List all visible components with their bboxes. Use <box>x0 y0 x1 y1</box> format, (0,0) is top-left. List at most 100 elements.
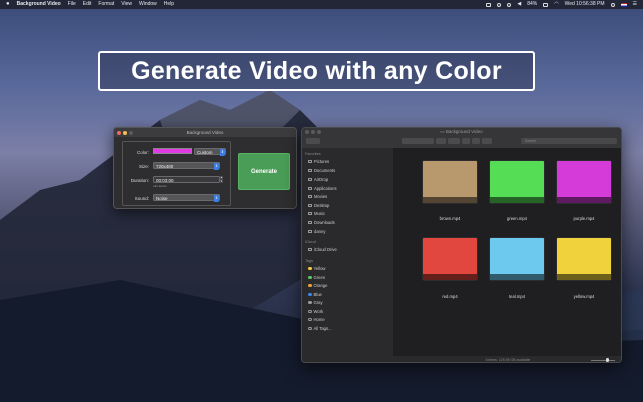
sound-label: Sound: <box>134 195 149 201</box>
sidebar-item-documents[interactable]: Documents <box>308 167 335 174</box>
volume-icon[interactable]: ◀ <box>517 0 521 9</box>
battery-icon[interactable] <box>543 2 549 7</box>
sidebar-item-label: iCloud Drive <box>314 247 337 252</box>
video-thumbnail[interactable] <box>557 161 611 203</box>
clock[interactable]: Wed 10:56:38 PM <box>565 0 605 9</box>
duration-stepper[interactable]: ▲ ▼ <box>220 176 223 183</box>
sidebar-item-label: Applications <box>314 186 337 191</box>
video-thumbnail[interactable] <box>490 161 544 203</box>
finder-toolbar: ▭ Background Video Search <box>302 128 621 148</box>
sidebar-tag-work[interactable]: Work <box>308 308 323 315</box>
tag-dot-icon <box>308 292 312 297</box>
close-icon[interactable] <box>117 130 121 135</box>
sidebar-item-icloud-drive[interactable]: iCloud Drive <box>308 246 337 253</box>
movies-icon <box>308 194 312 199</box>
menu-help[interactable]: Help <box>164 0 174 9</box>
sidebar-tag-blue[interactable]: Blue <box>308 291 322 298</box>
video-thumbnail[interactable] <box>490 238 544 280</box>
input-source-icon[interactable] <box>620 2 627 7</box>
sidebar-tag-orange[interactable]: Orange <box>308 282 327 289</box>
app-window-title: Background Video <box>186 130 224 135</box>
apple-menu-icon[interactable]: ● <box>6 0 10 9</box>
menu-app-name[interactable]: Background Video <box>17 0 61 9</box>
sidebar-item-label: danny <box>314 229 326 234</box>
tag-dot-icon <box>308 275 312 280</box>
sidebar-item-downloads[interactable]: Downloads <box>308 219 335 226</box>
tag-dot-icon <box>308 317 312 322</box>
cloud-icon <box>308 247 312 252</box>
sidebar-item-label: Blue <box>313 292 322 297</box>
view-mode-buttons[interactable] <box>402 138 434 144</box>
size-label: Size: <box>138 163 149 169</box>
sidebar-tag-gray[interactable]: Gray <box>308 299 323 306</box>
app-window: Background Video Color: Custom ⇕ Size: 7… <box>113 127 297 209</box>
search-input[interactable]: Search <box>521 138 617 144</box>
sidebar-item-label: Work <box>313 309 324 314</box>
back-forward-button[interactable] <box>306 138 320 144</box>
file-name: red.mp4 <box>442 294 458 299</box>
sidebar-item-airdrop[interactable]: AirDrop <box>308 176 328 183</box>
sidebar-item-label: Desktop <box>314 203 330 208</box>
sidebar-tag-home[interactable]: Home <box>308 316 325 323</box>
sidebar-item-applications[interactable]: Applications <box>308 185 337 192</box>
sidebar-item-label: Downloads <box>314 220 335 225</box>
group-button[interactable] <box>436 138 446 144</box>
battery-percent: 84% <box>527 1 538 7</box>
color-row: Color: Custom ⇕ <box>123 148 232 156</box>
menu-edit[interactable]: Edit <box>83 0 92 9</box>
control-center-icon[interactable]: ☰ <box>633 0 637 9</box>
sidebar-item-movies[interactable]: Movies <box>308 193 327 200</box>
file-name: teal.mp4 <box>508 294 526 299</box>
file-name: purple.mp4 <box>573 216 595 221</box>
video-thumbnail[interactable] <box>423 161 477 203</box>
sidebar-item-desktop[interactable]: Desktop <box>308 202 329 209</box>
tags-button[interactable] <box>472 138 480 144</box>
tag-dot-icon <box>308 283 312 288</box>
search-icon[interactable] <box>610 2 615 7</box>
sidebar-item-pictures[interactable]: Pictures <box>308 158 329 165</box>
video-thumbnail[interactable] <box>557 238 611 280</box>
bluetooth-icon[interactable] <box>507 2 512 7</box>
sound-value: Noise <box>156 196 168 201</box>
menu-format[interactable]: Format <box>98 0 114 9</box>
slider-knob[interactable] <box>605 358 609 362</box>
preview-button[interactable] <box>482 138 492 144</box>
sidebar-item-home[interactable]: danny <box>308 228 325 235</box>
applications-icon <box>308 186 312 191</box>
display-icon[interactable] <box>486 2 492 7</box>
sidebar-item-music[interactable]: Music <box>308 210 325 217</box>
generate-button[interactable]: Generate <box>238 153 290 190</box>
finder-toolbar-buttons: Search <box>306 138 617 144</box>
share-button[interactable] <box>462 138 470 144</box>
video-thumbnail[interactable] <box>423 238 477 280</box>
sidebar-tag-green[interactable]: Green <box>308 274 325 281</box>
icon-size-slider[interactable] <box>591 359 615 361</box>
sidebar-item-label: AirDrop <box>314 177 329 182</box>
wifi-icon[interactable]: ◠ <box>554 0 558 9</box>
duration-field[interactable]: 00:03:00 <box>153 176 220 183</box>
menu-window[interactable]: Window <box>139 0 157 9</box>
zoom-icon[interactable] <box>129 130 133 135</box>
color-well[interactable] <box>153 148 192 154</box>
finder-status-bar: 6 items, 125.55 GB available <box>393 356 621 362</box>
file-grid: brown.mp4 green.mp4 purple.mp4 red.mp4 t… <box>393 148 621 356</box>
minimize-icon[interactable] <box>123 130 127 135</box>
sound-select[interactable]: Noise ⇕ <box>153 194 220 202</box>
tag-dot-icon <box>308 300 312 305</box>
action-gear-icon[interactable] <box>448 138 460 144</box>
menu-file[interactable]: File <box>68 0 76 9</box>
tags-icon <box>308 326 312 331</box>
size-row: Size: 720x480 ⇕ <box>123 162 232 170</box>
time-machine-icon[interactable] <box>497 2 502 7</box>
sidebar-tag-yellow[interactable]: Yellow <box>308 265 325 272</box>
size-select[interactable]: 720x480 ⇕ <box>153 162 220 170</box>
finder-sidebar: Favorites Pictures Documents AirDrop App… <box>302 148 393 362</box>
menu-view[interactable]: View <box>121 0 132 9</box>
status-area: ◀ 84% ◠ Wed 10:56:38 PM ☰ <box>486 0 637 9</box>
color-mode-select[interactable]: Custom ⇕ <box>194 148 226 156</box>
sidebar-all-tags[interactable]: All Tags... <box>308 325 332 332</box>
settings-form: Color: Custom ⇕ Size: 720x480 ⇕ Duration… <box>122 141 231 206</box>
color-label: Color: <box>136 149 149 155</box>
airdrop-icon <box>308 177 312 182</box>
sidebar-item-label: Orange <box>313 283 328 288</box>
